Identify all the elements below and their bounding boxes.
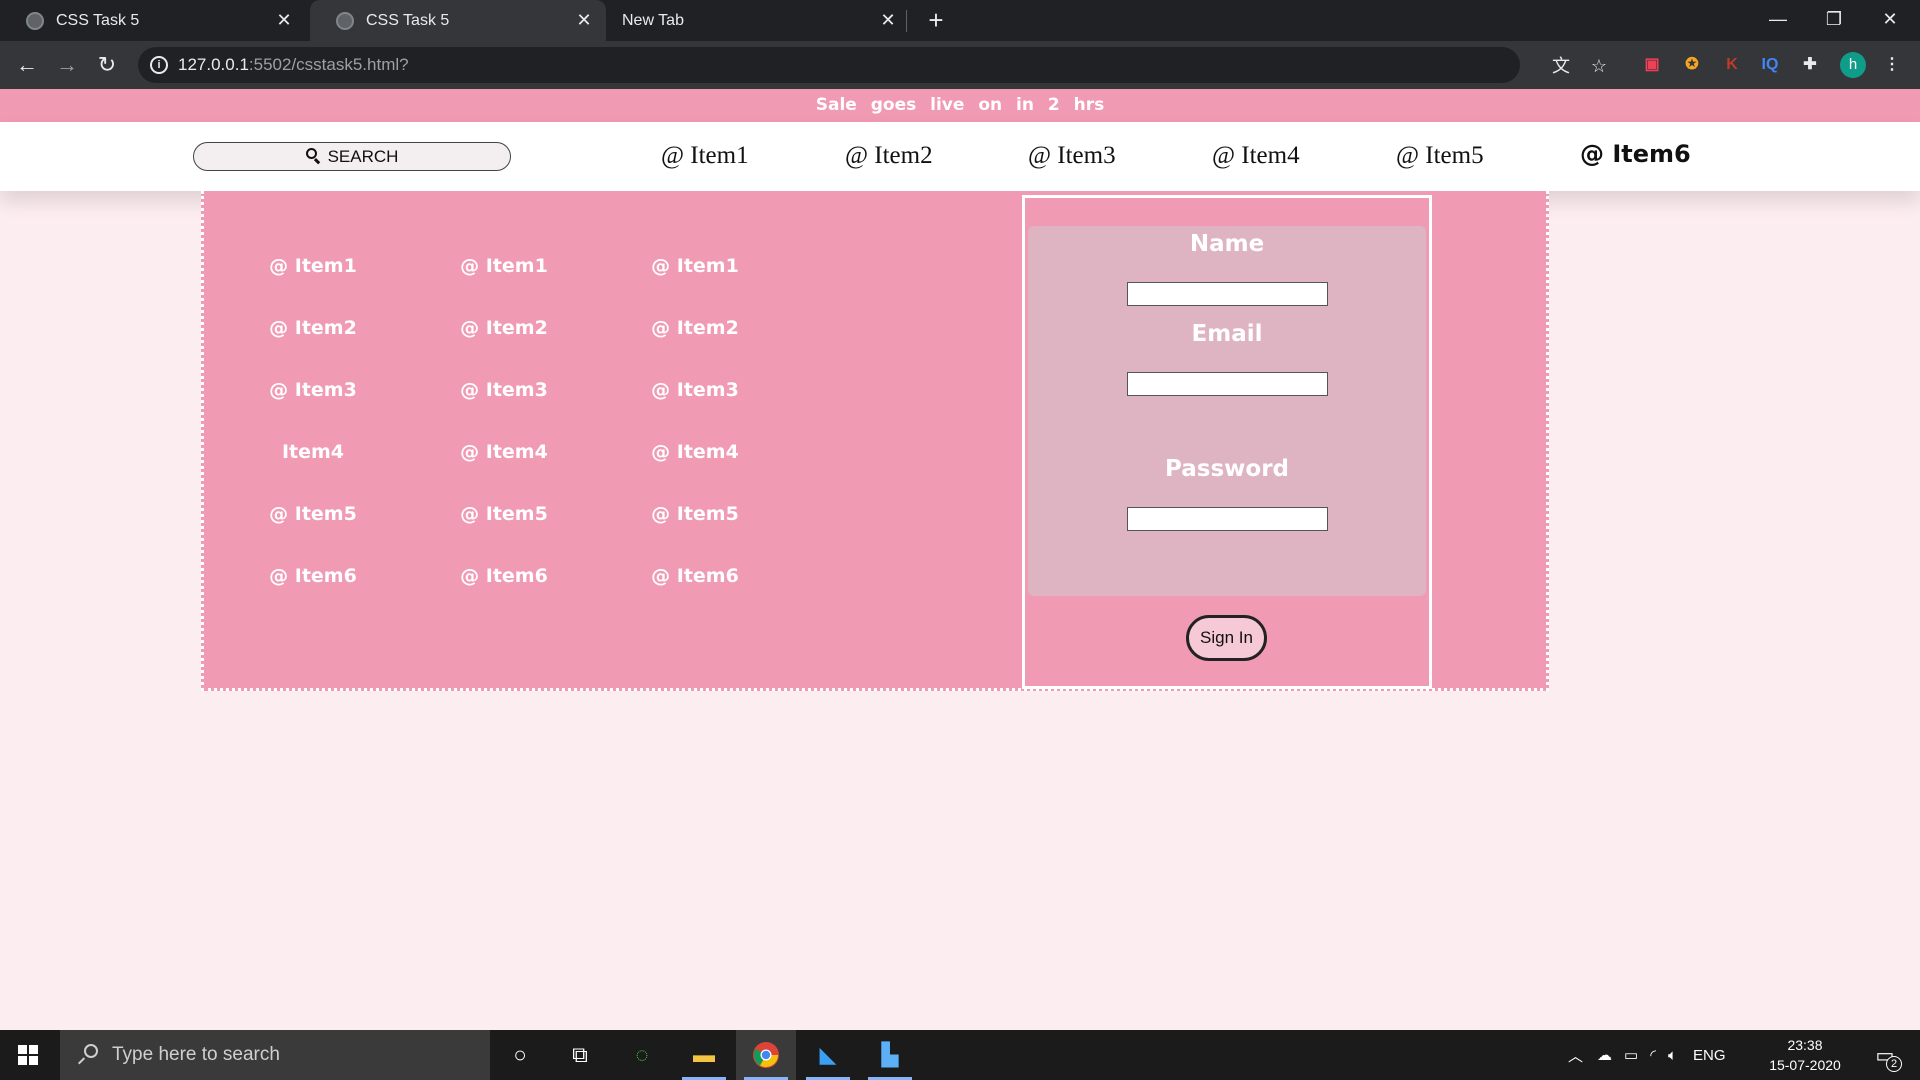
- main-content-panel: @ Item1 @ Item2 @ Item3 Item4 @ Item5 @ …: [201, 191, 1549, 691]
- tab-separator: [906, 10, 907, 32]
- password-field[interactable]: [1127, 507, 1328, 531]
- colorful-extension-icon[interactable]: ✪: [1680, 53, 1704, 77]
- file-explorer-icon[interactable]: ▬: [674, 1030, 734, 1080]
- volume-muted-icon[interactable]: 🔈︎: [1668, 1047, 1677, 1064]
- url-path: :5502/csstask5.html?: [248, 55, 409, 74]
- globe-icon: [336, 11, 354, 30]
- site-info-icon[interactable]: i: [150, 56, 168, 74]
- notification-count-badge: 2: [1886, 1056, 1902, 1072]
- menu-item[interactable]: @ Item6: [233, 565, 393, 587]
- url-host: 127.0.0.1: [178, 55, 249, 74]
- close-tab-icon[interactable]: ✕: [876, 10, 900, 31]
- pocket-icon[interactable]: ▣: [1640, 53, 1664, 77]
- menu-item[interactable]: @ Item3: [233, 379, 393, 401]
- menu-item[interactable]: @ Item4: [424, 441, 584, 463]
- site-navbar: SEARCH @ Item1 @ Item2 @ Item3 @ Item4 @…: [0, 122, 1920, 191]
- action-center-icon[interactable]: ▭ 2: [1860, 1030, 1910, 1080]
- nav-item-2[interactable]: @ Item2: [845, 142, 933, 170]
- email-label: Email: [1191, 321, 1263, 347]
- k-extension-icon[interactable]: K: [1720, 53, 1744, 77]
- task-view-icon[interactable]: ⧉: [550, 1030, 610, 1080]
- menu-item[interactable]: @ Item6: [615, 565, 775, 587]
- spinner-app-icon[interactable]: ◌: [612, 1030, 672, 1080]
- menu-item[interactable]: Item4: [233, 441, 393, 463]
- restore-button[interactable]: ❐: [1806, 0, 1862, 41]
- menu-item[interactable]: @ Item6: [424, 565, 584, 587]
- chrome-icon[interactable]: [736, 1030, 796, 1080]
- nav-item-6[interactable]: @ Item6: [1580, 140, 1691, 168]
- menu-item[interactable]: @ Item3: [615, 379, 775, 401]
- taskbar-search-box[interactable]: Type here to search: [60, 1030, 490, 1080]
- photos-icon[interactable]: ▙: [860, 1030, 920, 1080]
- language-indicator[interactable]: ENG: [1693, 1047, 1726, 1064]
- globe-icon: [26, 11, 44, 30]
- menu-item[interactable]: @ Item5: [615, 503, 775, 525]
- clock-time: 23:38: [1787, 1037, 1823, 1053]
- search-button[interactable]: SEARCH: [193, 142, 511, 171]
- menu-item[interactable]: @ Item1: [233, 255, 393, 277]
- tab-css-task-5-first[interactable]: CSS Task 5 ✕: [0, 0, 306, 41]
- menu-item[interactable]: @ Item2: [424, 317, 584, 339]
- form-fields-panel: Name Email Password: [1028, 226, 1426, 596]
- taskbar-search-placeholder: Type here to search: [112, 1044, 280, 1065]
- browser-menu-icon[interactable]: ⋮: [1880, 53, 1904, 77]
- search-label: SEARCH: [327, 146, 399, 166]
- menu-item[interactable]: @ Item5: [424, 503, 584, 525]
- onedrive-cloud-icon[interactable]: ☁: [1597, 1046, 1612, 1064]
- minimize-button[interactable]: —: [1750, 0, 1806, 41]
- search-icon: [76, 1044, 98, 1066]
- menu-item[interactable]: @ Item3: [424, 379, 584, 401]
- menu-item[interactable]: @ Item2: [233, 317, 393, 339]
- nav-item-1[interactable]: @ Item1: [661, 142, 749, 170]
- close-window-button[interactable]: ✕: [1862, 0, 1918, 41]
- menu-item[interactable]: @ Item4: [615, 441, 775, 463]
- clock-date: 15-07-2020: [1769, 1057, 1841, 1073]
- bookmark-star-icon[interactable]: ☆: [1588, 55, 1610, 77]
- windows-taskbar: Type here to search ○ ⧉ ◌ ▬ ◣ ▙ ︿ ☁ ▭ ◜ …: [0, 1030, 1920, 1080]
- tab-title: New Tab: [622, 11, 684, 29]
- menu-item[interactable]: @ Item5: [233, 503, 393, 525]
- windows-start-icon[interactable]: [18, 1045, 38, 1065]
- name-field[interactable]: [1127, 282, 1328, 306]
- profile-avatar[interactable]: h: [1840, 52, 1866, 78]
- tab-new-tab[interactable]: New Tab ✕: [610, 0, 910, 41]
- signin-button[interactable]: Sign In: [1186, 615, 1267, 661]
- name-label: Name: [1189, 231, 1265, 257]
- system-clock[interactable]: 23:38 15-07-2020: [1760, 1035, 1850, 1075]
- show-hidden-icons-chevron-icon[interactable]: ︿: [1568, 1045, 1583, 1066]
- translate-icon[interactable]: 文: [1550, 55, 1572, 77]
- signin-form: Name Email Password Sign In: [1022, 195, 1432, 689]
- menu-item[interactable]: @ Item1: [424, 255, 584, 277]
- system-tray: ︿ ☁ ▭ ◜ 🔈︎ ENG: [1568, 1030, 1726, 1080]
- browser-tab-strip: CSS Task 5 ✕ CSS Task 5 ✕ New Tab ✕ + — …: [0, 0, 1920, 41]
- tab-title: CSS Task 5: [56, 11, 140, 29]
- nav-item-5[interactable]: @ Item5: [1396, 142, 1484, 170]
- battery-icon[interactable]: ▭: [1624, 1046, 1638, 1064]
- url-text[interactable]: 127.0.0.1:5502/csstask5.html?: [178, 55, 409, 75]
- extensions-puzzle-icon[interactable]: ✚: [1798, 53, 1822, 77]
- search-icon: [305, 148, 323, 165]
- new-tab-button[interactable]: +: [922, 6, 950, 34]
- back-button[interactable]: ←: [13, 51, 41, 79]
- tab-css-task-5-active[interactable]: CSS Task 5 ✕: [310, 0, 606, 41]
- close-tab-icon[interactable]: ✕: [572, 10, 596, 31]
- iq-extension-icon[interactable]: IQ: [1758, 53, 1782, 77]
- nav-item-4[interactable]: @ Item4: [1212, 142, 1300, 170]
- password-label: Password: [1165, 456, 1289, 482]
- vscode-icon[interactable]: ◣: [798, 1030, 858, 1080]
- sale-banner: Sale goes live on in 2 hrs: [0, 89, 1920, 122]
- email-field[interactable]: [1127, 372, 1328, 396]
- close-tab-icon[interactable]: ✕: [272, 10, 296, 31]
- tab-title: CSS Task 5: [366, 11, 450, 29]
- chrome-logo: [753, 1042, 779, 1068]
- address-bar[interactable]: i 127.0.0.1:5502/csstask5.html? 文 ☆: [138, 47, 1607, 83]
- menu-item[interactable]: @ Item1: [615, 255, 775, 277]
- menu-item[interactable]: @ Item2: [615, 317, 775, 339]
- browser-toolbar: ← → ↻ i 127.0.0.1:5502/csstask5.html? 文 …: [0, 41, 1920, 89]
- forward-button[interactable]: →: [53, 51, 81, 79]
- reload-button[interactable]: ↻: [93, 51, 121, 79]
- nav-item-3[interactable]: @ Item3: [1028, 142, 1116, 170]
- cortana-icon[interactable]: ○: [490, 1030, 550, 1080]
- wifi-icon[interactable]: ◜: [1650, 1046, 1656, 1064]
